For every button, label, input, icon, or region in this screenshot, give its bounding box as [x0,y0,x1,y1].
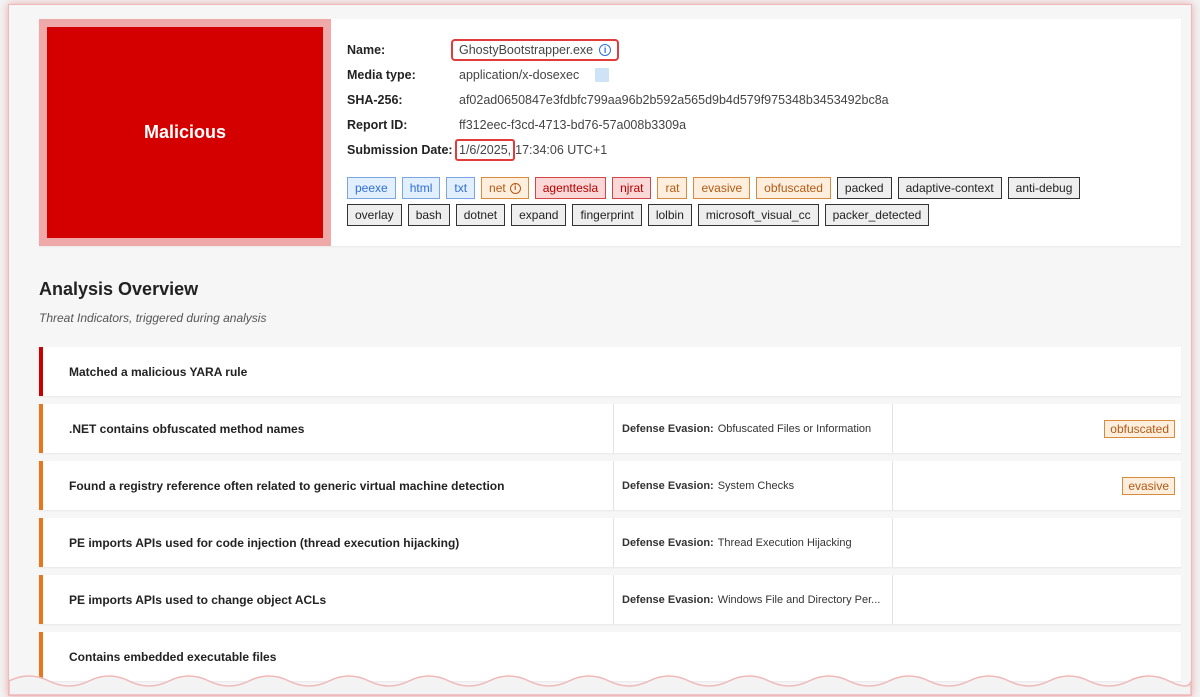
mitre-technique[interactable]: Defense Evasion: Windows File and Direct… [613,575,893,624]
info-icon[interactable]: i [599,43,612,56]
report-frame: Malicious Name: GhostyBootstrapper.exe i… [8,4,1192,696]
sha256-label: SHA-256: [347,92,403,107]
tag-row-1: peexe html txt net i agenttesla njrat ra… [347,177,1167,199]
file-metadata: Name: GhostyBootstrapper.exe i Media typ… [347,37,889,162]
indicator-title: Matched a malicious YARA rule [69,364,248,379]
tag-rat[interactable]: rat [657,177,688,199]
copy-icon[interactable] [595,67,610,82]
tag-fingerprint[interactable]: fingerprint [572,204,642,226]
indicator-tag[interactable]: evasive [1122,476,1175,495]
mitre-tactic: Defense Evasion: [622,593,714,606]
submission-date-label: Submission Date: [347,142,453,157]
meta-row-name: Name: GhostyBootstrapper.exe i [347,37,889,62]
severity-bar [39,404,43,453]
media-type-label: Media type: [347,67,416,82]
indicator-row[interactable]: PE imports APIs used to change object AC… [39,575,1181,624]
tag-lolbin[interactable]: lolbin [647,204,692,226]
tag-dotnet[interactable]: dotnet [455,204,506,226]
indicator-title: PE imports APIs used for code injection … [69,535,460,550]
mitre-technique-name: Obfuscated Files or Information [717,422,872,435]
indicator-row[interactable]: PE imports APIs used for code injection … [39,518,1181,567]
indicator-title: PE imports APIs used to change object AC… [69,592,327,607]
tag-row-2: overlay bash dotnet expand fingerprint l… [347,204,1167,226]
tag-txt[interactable]: txt [446,177,476,199]
mitre-technique-name: Windows File and Directory Per... [717,593,881,606]
file-name[interactable]: GhostyBootstrapper.exe [459,43,593,57]
name-label: Name: [347,42,386,57]
tag-peexe[interactable]: peexe [347,177,396,199]
section-subtitle: Threat Indicators, triggered during anal… [39,311,267,325]
tag-net-label: net [489,181,506,195]
mitre-technique-name: Thread Execution Hijacking [717,536,852,549]
file-summary-card: Malicious Name: GhostyBootstrapper.exe i… [39,19,1181,246]
tag-obfuscated[interactable]: obfuscated [756,177,831,199]
tag-microsoft-visual-cc[interactable]: microsoft_visual_cc [697,204,819,226]
tag-packer-detected[interactable]: packer_detected [824,204,930,226]
tag-list: peexe html txt net i agenttesla njrat ra… [347,177,1167,231]
verdict-panel: Malicious [39,19,331,246]
report-id-value[interactable]: ff312eec-f3cd-4713-bd76-57a008b3309a [459,118,686,132]
severity-bar [39,575,43,624]
tag-expand[interactable]: expand [511,204,567,226]
submission-date-highlight: 1/6/2025, [455,138,516,161]
sha256-value[interactable]: af02ad0650847e3fdbfc799aa96b2b592a565d9b… [459,93,889,107]
meta-row-sha: SHA-256: af02ad0650847e3fdbfc799aa96b2b5… [347,87,889,112]
mitre-tactic: Defense Evasion: [622,536,714,549]
info-icon[interactable]: i [509,182,521,194]
tag-evasive[interactable]: evasive [693,177,751,199]
mitre-tactic: Defense Evasion: [622,479,714,492]
indicator-row[interactable]: Found a registry reference often related… [39,461,1181,510]
indicator-title: .NET contains obfuscated method names [69,421,305,436]
tag-njrat[interactable]: njrat [612,177,652,199]
meta-row-report: Report ID: ff312eec-f3cd-4713-bd76-57a00… [347,112,889,137]
indicator-tag[interactable]: obfuscated [1104,419,1175,438]
severity-bar [39,461,43,510]
report-id-label: Report ID: [347,117,408,132]
indicator-title: Found a registry reference often related… [69,478,505,493]
mitre-technique[interactable]: Defense Evasion: System Checks [613,461,893,510]
tag-anti-debug[interactable]: anti-debug [1007,177,1081,199]
severity-bar [39,347,43,396]
verdict-badge: Malicious [47,27,323,238]
submission-time: 17:34:06 UTC+1 [515,142,608,157]
mitre-technique[interactable]: Defense Evasion: Obfuscated Files or Inf… [613,404,893,453]
mitre-technique[interactable]: Defense Evasion: Thread Execution Hijack… [613,518,893,567]
file-name-highlight: GhostyBootstrapper.exe i [451,38,620,61]
meta-row-media: Media type: application/x-dosexec [347,62,889,87]
tag-net[interactable]: net i [481,177,529,199]
tag-bash[interactable]: bash [407,204,450,226]
mitre-technique-name: System Checks [717,479,795,492]
indicator-row[interactable]: .NET contains obfuscated method names De… [39,404,1181,453]
indicator-row[interactable]: Matched a malicious YARA rule [39,347,1181,396]
tag-adaptive-context[interactable]: adaptive-context [897,177,1002,199]
tag-agenttesla[interactable]: agenttesla [534,177,607,199]
severity-bar [39,518,43,567]
tag-packed[interactable]: packed [836,177,892,199]
mitre-tactic: Defense Evasion: [622,422,714,435]
media-type-value: application/x-dosexec [459,67,580,82]
tag-overlay[interactable]: overlay [347,204,402,226]
section-title: Analysis Overview [39,279,199,299]
meta-row-date: Submission Date: 1/6/2025, 17:34:06 UTC+… [347,137,889,162]
indicator-title: Contains embedded executable files [69,649,277,664]
torn-edge [9,675,1191,695]
tag-html[interactable]: html [401,177,441,199]
